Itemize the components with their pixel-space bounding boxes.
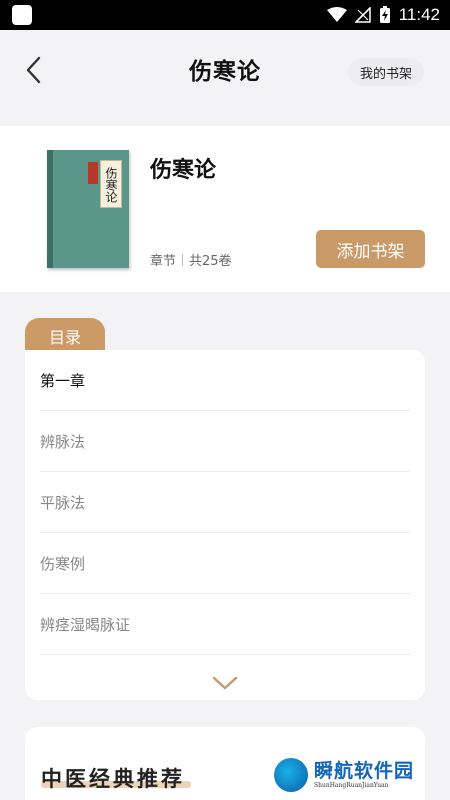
my-bookshelf-button[interactable]: 我的书架: [347, 58, 424, 86]
status-time: 11:42: [398, 5, 440, 24]
add-to-shelf-button[interactable]: 添加书架: [316, 230, 425, 268]
meta-chapter-label: 章节: [150, 254, 177, 269]
cover-stamp: [88, 162, 98, 184]
toc-item[interactable]: 第一章: [40, 350, 410, 411]
toc-list: 第一章 辨脉法 平脉法 伤寒例 辨痉湿暍脉证: [40, 350, 410, 655]
toc-item[interactable]: 辨痉湿暍脉证: [40, 594, 410, 655]
page-title: 伤寒论: [189, 52, 261, 88]
watermark-logo-icon: [274, 758, 308, 792]
expand-toc-button[interactable]: [210, 674, 240, 692]
header: 伤寒论 我的书架: [0, 30, 450, 110]
recommend-title: 中医经典推荐: [41, 766, 185, 791]
toc-item[interactable]: 辨脉法: [40, 411, 410, 472]
chevron-down-icon: [212, 676, 238, 690]
notification-icon: [12, 5, 32, 25]
cover-label: 伤寒论: [100, 160, 122, 208]
watermark-main-text: 瞬航软件园: [314, 760, 415, 782]
wifi-icon: [326, 7, 347, 22]
book-title: 伤寒论: [150, 158, 217, 183]
toc-card: 第一章 辨脉法 平脉法 伤寒例 辨痉湿暍脉证: [25, 350, 425, 700]
toc-item[interactable]: 平脉法: [40, 472, 410, 533]
watermark: 瞬航软件园 ShunHangRuanJianYuan: [274, 750, 436, 800]
status-icons: 11:42: [326, 0, 440, 30]
book-info-card: 伤寒论 伤寒论 章节 共25卷 添加书架: [0, 126, 450, 292]
signal-icon: [354, 7, 371, 23]
book-cover[interactable]: 伤寒论: [47, 150, 129, 268]
watermark-sub-text: ShunHangRuanJianYuan: [314, 782, 389, 789]
battery-icon: [379, 6, 390, 23]
book-meta: 章节 共25卷: [150, 250, 232, 269]
meta-divider: [182, 253, 184, 266]
toc-tab: 目录: [25, 318, 105, 354]
status-bar: 11:42: [0, 0, 450, 30]
toc-item[interactable]: 伤寒例: [40, 533, 410, 594]
meta-volume-count: 共25卷: [189, 254, 232, 269]
